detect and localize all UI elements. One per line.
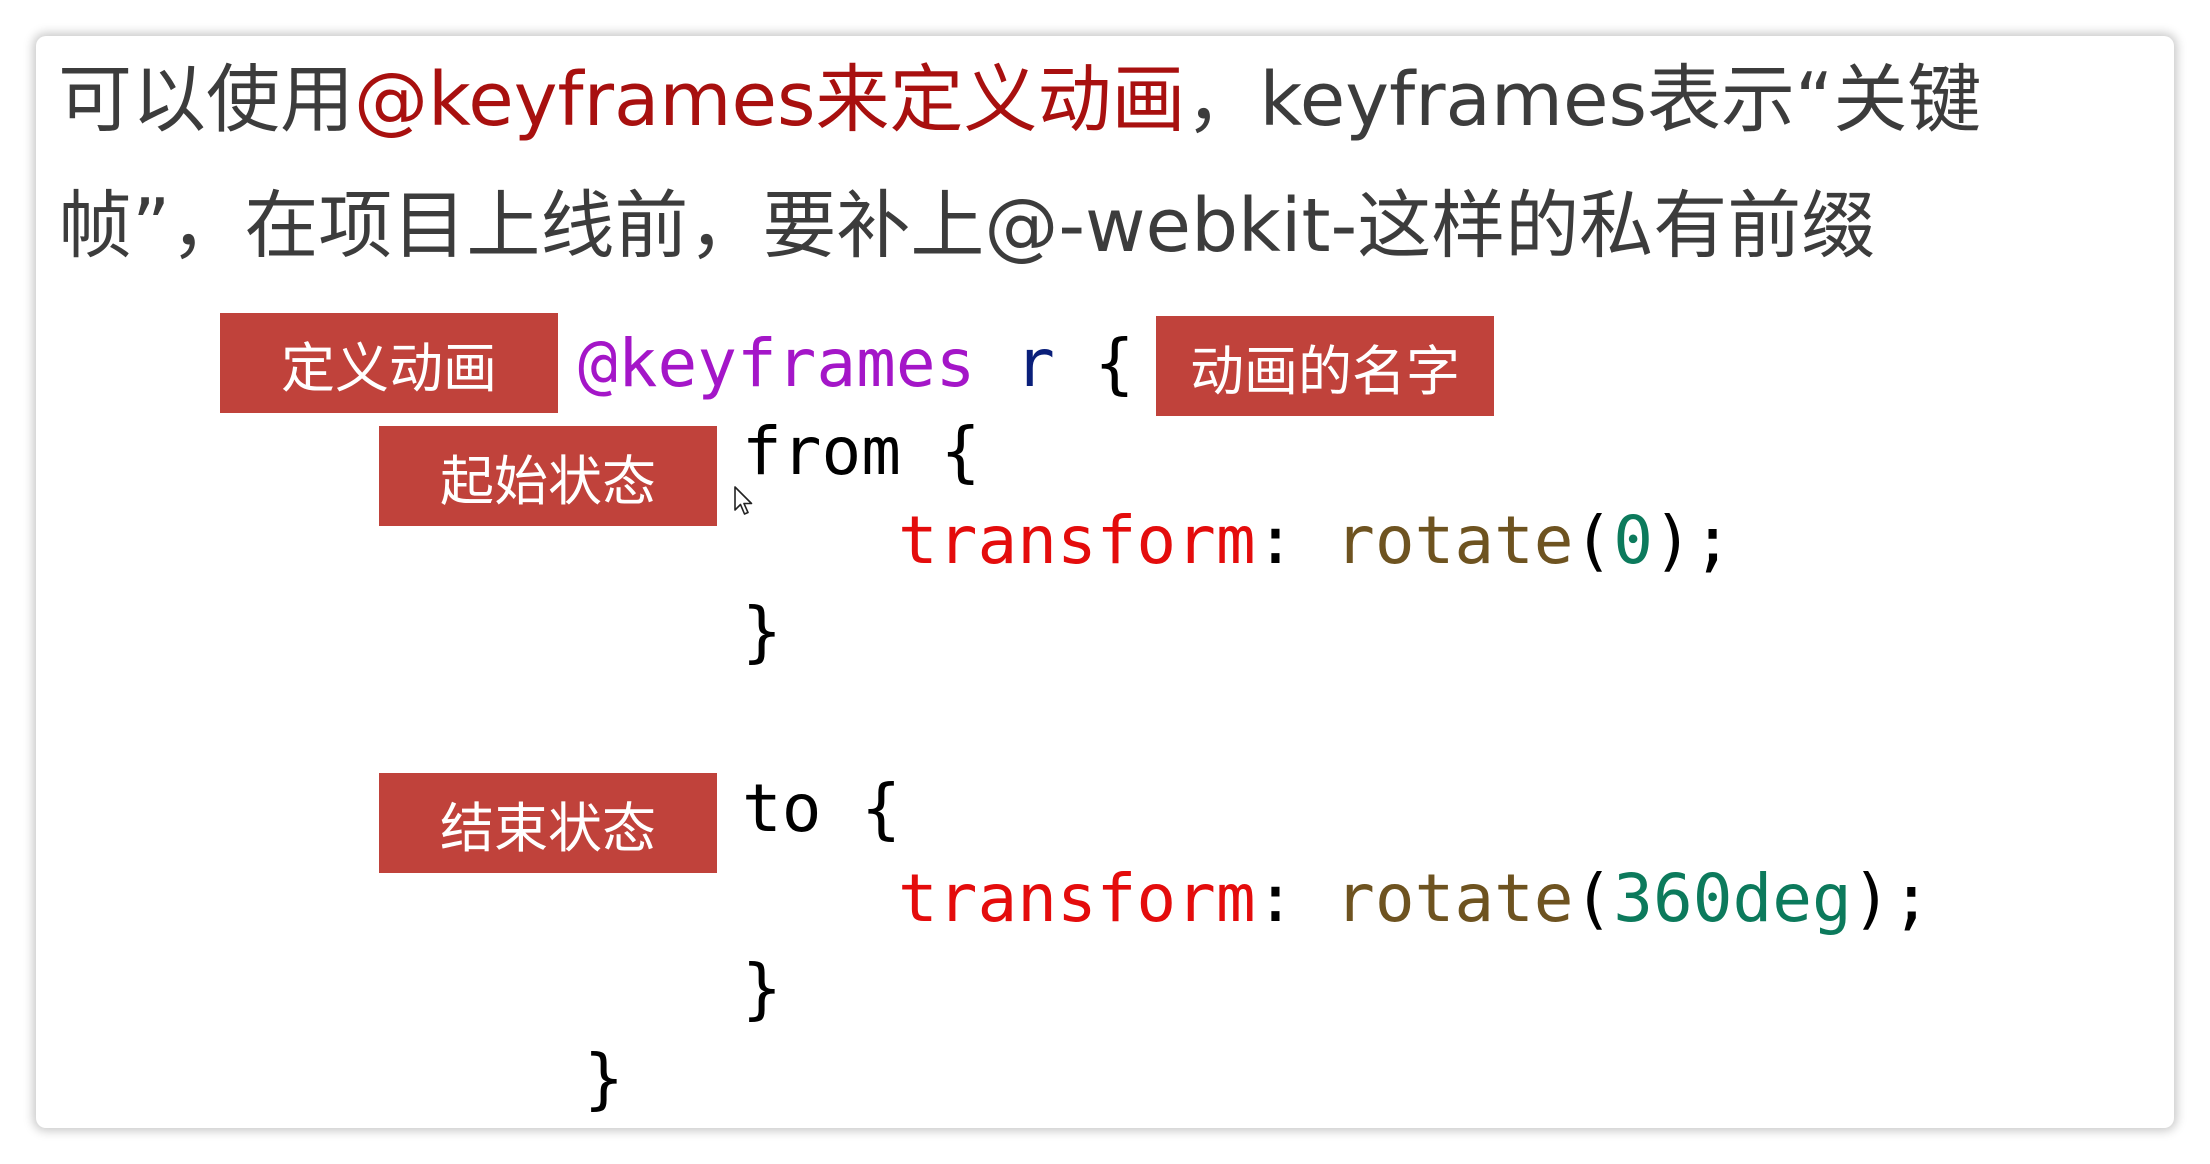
tag-end-state: 结束状态 [379, 773, 717, 873]
intro-line-2: 帧”，在项目上线前，要补上@-webkit-这样的私有前缀 [58, 183, 1876, 269]
code-semicolon: ; [1891, 860, 1932, 937]
code-to-value: 360deg [1613, 860, 1852, 937]
code-keyframes-close-brace: } [584, 1040, 624, 1117]
mouse-pointer-icon [734, 486, 753, 515]
code-colon: : [1255, 502, 1296, 579]
intro-prefix: 可以使用 [58, 57, 354, 143]
code-to-line: to { [742, 776, 901, 842]
code-paren-close: ) [1851, 860, 1892, 937]
code-to-declaration: transform: rotate(360deg); [898, 866, 1931, 932]
code-from-close-brace: } [742, 593, 782, 670]
intro-highlight: @keyframes来定义动画 [354, 57, 1186, 143]
code-paren-close: ) [1653, 502, 1693, 579]
tag-start-state: 起始状态 [379, 426, 717, 526]
code-to-open-brace: { [861, 770, 901, 847]
code-function: rotate [1335, 502, 1574, 579]
code-from: from [742, 413, 901, 490]
code-property: transform [898, 502, 1256, 579]
code-from-line: from { [742, 419, 980, 485]
intro-suffix: ，keyframes表示“关键 [1185, 57, 1982, 143]
code-open-brace: { [1094, 325, 1135, 402]
code-paren-open: ( [1573, 502, 1614, 579]
slide-card: 可以使用@keyframes来定义动画，keyframes表示“关键 帧”，在项… [36, 36, 2174, 1128]
tag-animation-name: 动画的名字 [1156, 316, 1494, 416]
tag-define-animation: 定义动画 [220, 313, 558, 413]
code-keyframes-line: @keyframes r { [578, 331, 1134, 397]
code-from-declaration: transform: rotate(0); [898, 508, 1733, 574]
code-from-open-brace: { [940, 413, 981, 490]
code-from-value: 0 [1613, 502, 1654, 579]
intro-line-1: 可以使用@keyframes来定义动画，keyframes表示“关键 [58, 56, 1981, 145]
code-function: rotate [1335, 860, 1574, 937]
code-to-close-brace: } [742, 950, 782, 1027]
code-semicolon: ; [1692, 502, 1733, 579]
code-paren-open: ( [1573, 860, 1614, 937]
code-anim-name: r [1015, 325, 1055, 402]
code-colon: : [1255, 860, 1296, 937]
code-property: transform [898, 860, 1256, 937]
code-at-rule: @keyframes [578, 325, 976, 402]
code-to: to [742, 770, 822, 847]
